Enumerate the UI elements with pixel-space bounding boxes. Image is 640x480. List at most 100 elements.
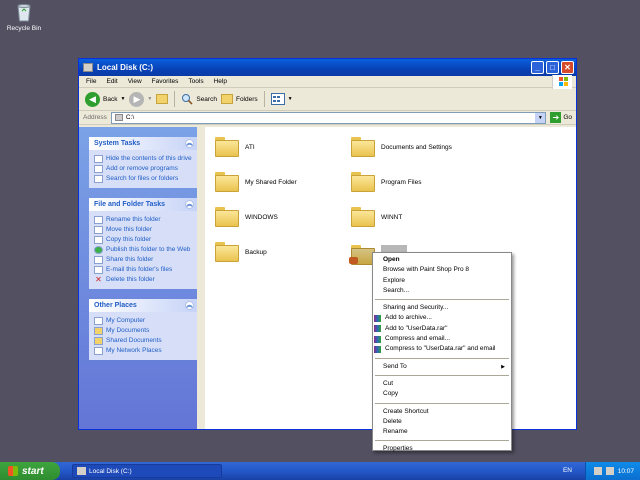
forward-dropdown-icon: ▼	[147, 96, 153, 102]
folder-program-files[interactable]: Program Files	[351, 172, 421, 192]
task-pane-scrollbar[interactable]	[197, 127, 205, 429]
submenu-arrow-icon: ▶	[501, 363, 505, 370]
task-add-remove-programs[interactable]: Add or remove programs	[94, 165, 194, 173]
globe-icon	[94, 246, 103, 254]
menu-separator	[375, 402, 509, 404]
network-tray-icon[interactable]	[593, 467, 602, 475]
forward-button[interactable]: ▶ ▼	[129, 91, 153, 107]
menu-explore[interactable]: Explore	[373, 276, 511, 286]
folder-winnt[interactable]: WINNT	[351, 207, 402, 227]
folders-button[interactable]: Folders	[220, 94, 258, 104]
task-rename-folder[interactable]: Rename this folder	[94, 216, 194, 224]
task-label: Search for files or folders	[106, 175, 179, 182]
maximize-button[interactable]: □	[546, 61, 559, 74]
folder-windows[interactable]: WINDOWS	[215, 207, 278, 227]
views-icon	[270, 93, 285, 105]
toolbar-separator-2	[263, 91, 265, 107]
move-icon	[94, 226, 103, 234]
task-label: Publish this folder to the Web	[106, 246, 191, 253]
menu-cut[interactable]: Cut	[373, 379, 511, 389]
recycle-bin[interactable]: Recycle Bin	[4, 2, 44, 32]
task-move-folder[interactable]: Move this folder	[94, 226, 194, 234]
task-share-folder[interactable]: Share this folder	[94, 256, 194, 264]
menu-view[interactable]: View	[128, 78, 142, 85]
menu-properties[interactable]: Properties	[373, 444, 511, 454]
address-input[interactable]: C:\ ▼	[110, 111, 547, 124]
menu-separator	[375, 440, 509, 442]
task-search-files[interactable]: Search for files or folders	[94, 175, 194, 183]
menu-add-userdata[interactable]: Add to "UserData.rar"	[373, 324, 511, 334]
search-button[interactable]: Search	[181, 93, 217, 105]
folder-my-shared[interactable]: My Shared Folder	[215, 172, 297, 192]
address-dropdown-icon[interactable]: ▼	[535, 112, 546, 123]
folder-backup[interactable]: Backup	[215, 242, 267, 262]
winrar-icon	[374, 346, 381, 354]
place-network[interactable]: My Network Places	[94, 347, 194, 355]
menu-sharing-security[interactable]: Sharing and Security...	[373, 303, 511, 313]
menu-tools[interactable]: Tools	[188, 78, 203, 85]
recycle-bin-icon	[14, 2, 34, 22]
place-my-documents[interactable]: My Documents	[94, 327, 194, 335]
task-email-files[interactable]: E-mail this folder's files	[94, 266, 194, 274]
winrar-icon	[374, 325, 381, 333]
menu-browse-psp[interactable]: Browse with Paint Shop Pro 8	[373, 265, 511, 275]
back-arrow-icon: ◀	[85, 91, 100, 107]
winrar-icon	[374, 315, 381, 323]
go-arrow-icon: ➔	[550, 112, 562, 123]
other-places-title: Other Places	[94, 302, 137, 309]
menu-copy[interactable]: Copy	[373, 389, 511, 399]
menu-search[interactable]: Search...	[373, 286, 511, 296]
menu-separator	[375, 374, 509, 376]
folder-ati[interactable]: ATI	[215, 137, 255, 157]
place-label: My Documents	[106, 327, 150, 334]
menu-help[interactable]: Help	[214, 78, 227, 85]
taskbar: start Local Disk (C:) EN 10:07	[0, 462, 640, 480]
back-button[interactable]: ◀ Back ▼	[85, 91, 125, 107]
minimize-button[interactable]: _	[531, 61, 544, 74]
volume-tray-icon[interactable]	[605, 467, 614, 475]
menu-add-archive[interactable]: Add to archive...	[373, 313, 511, 323]
place-my-computer[interactable]: My Computer	[94, 317, 194, 325]
menu-compress-userdata-email[interactable]: Compress to "UserData.rar" and email	[373, 344, 511, 354]
menu-open[interactable]: Open	[373, 255, 511, 265]
file-folder-tasks-header[interactable]: File and Folder Tasks ︽	[89, 198, 197, 211]
taskbar-window-button[interactable]: Local Disk (C:)	[72, 464, 222, 478]
folder-documents-settings[interactable]: Documents and Settings	[351, 137, 452, 157]
menu-file[interactable]: File	[86, 78, 96, 85]
menu-compress-email[interactable]: Compress and email...	[373, 334, 511, 344]
menu-send-to[interactable]: Send To ▶	[373, 362, 511, 372]
language-indicator[interactable]: EN	[563, 467, 572, 474]
task-label: Rename this folder	[106, 216, 161, 223]
menu-create-shortcut[interactable]: Create Shortcut	[373, 407, 511, 417]
up-button[interactable]	[156, 94, 169, 104]
task-publish-folder[interactable]: Publish this folder to the Web	[94, 246, 194, 254]
close-button[interactable]: ✕	[561, 61, 574, 74]
search-icon	[182, 94, 193, 105]
task-hide-contents[interactable]: Hide the contents of this drive	[94, 155, 194, 163]
folder-label: Documents and Settings	[381, 143, 452, 151]
system-tasks-header[interactable]: System Tasks ︽	[89, 137, 197, 150]
drive-taskbar-icon	[77, 467, 86, 475]
start-button[interactable]: start	[0, 462, 60, 480]
collapse-icon[interactable]: ︽	[185, 301, 194, 310]
system-tasks-panel: System Tasks ︽ Hide the contents of this…	[89, 137, 197, 188]
task-delete-folder[interactable]: ✕ Delete this folder	[94, 276, 194, 284]
views-button[interactable]: ▼	[270, 93, 293, 105]
menu-delete[interactable]: Delete	[373, 417, 511, 427]
collapse-icon[interactable]: ︽	[185, 139, 194, 148]
go-button[interactable]: ➔ Go	[550, 112, 572, 123]
start-label: start	[22, 465, 44, 477]
menu-edit[interactable]: Edit	[106, 78, 117, 85]
collapse-icon[interactable]: ︽	[185, 200, 194, 209]
menu-label: Compress and email...	[385, 335, 451, 343]
other-places-header[interactable]: Other Places ︽	[89, 299, 197, 312]
task-copy-folder[interactable]: Copy this folder	[94, 236, 194, 244]
menu-favorites[interactable]: Favorites	[152, 78, 179, 85]
programs-icon	[94, 165, 103, 173]
place-shared-documents[interactable]: Shared Documents	[94, 337, 194, 345]
title-bar[interactable]: Local Disk (C:) _ □ ✕	[79, 59, 576, 76]
hide-icon	[94, 155, 103, 163]
clock[interactable]: 10:07	[618, 468, 634, 475]
drive-icon	[83, 63, 93, 72]
menu-rename[interactable]: Rename	[373, 427, 511, 437]
